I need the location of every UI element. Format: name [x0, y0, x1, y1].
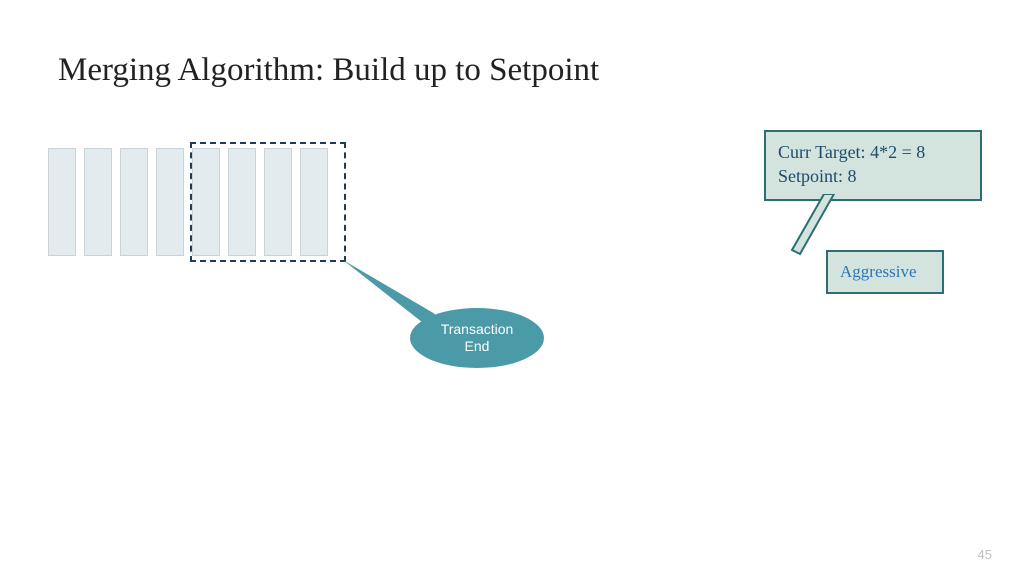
- setpoint-value: 8: [848, 166, 857, 186]
- slide-title: Merging Algorithm: Build up to Setpoint: [58, 52, 599, 89]
- aggressive-label-box: Aggressive: [826, 250, 944, 294]
- data-bar: [156, 148, 184, 256]
- ellipse-line2: End: [465, 338, 490, 354]
- aggressive-label: Aggressive: [840, 262, 916, 281]
- curr-target-value: 4*2 = 8: [870, 142, 925, 162]
- transaction-end-callout: Transaction End: [410, 308, 544, 368]
- data-bar: [120, 148, 148, 256]
- target-info-box: Curr Target: 4*2 = 8 Setpoint: 8: [764, 130, 982, 201]
- data-bar: [48, 148, 76, 256]
- data-bar: [84, 148, 112, 256]
- ellipse-line1: Transaction: [441, 321, 514, 337]
- page-number: 45: [978, 547, 992, 562]
- setpoint-label: Setpoint:: [778, 166, 843, 186]
- curr-target-label: Curr Target:: [778, 142, 866, 162]
- selection-group: [190, 142, 346, 262]
